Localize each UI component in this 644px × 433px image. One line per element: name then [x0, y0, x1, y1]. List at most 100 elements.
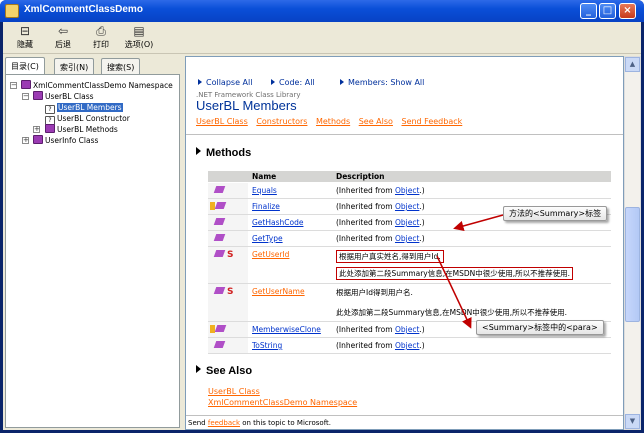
topic-content: Collapse All Code: All Members: Show All…	[185, 56, 624, 430]
section-toggle-icon	[196, 365, 201, 373]
tree-item-userinfo-class[interactable]: + UserInfo Class	[22, 135, 98, 146]
object-link[interactable]: Object	[395, 341, 419, 350]
help-app-icon	[5, 4, 19, 18]
method-link[interactable]: GetUserName	[252, 287, 305, 296]
tree-item-label: XmlCommentClassDemo Namespace	[33, 81, 173, 90]
method-icon	[213, 234, 226, 241]
collapse-toggle[interactable]: −	[10, 82, 17, 89]
scroll-down-arrow[interactable]: ▼	[625, 414, 640, 429]
method-link[interactable]: GetHashCode	[252, 218, 303, 227]
tree-item-label: UserBL Members	[57, 103, 123, 112]
link-class[interactable]: UserBL Class	[196, 117, 248, 126]
object-link[interactable]: Object	[395, 325, 419, 334]
members-filter-link[interactable]: Members: Show All	[340, 78, 424, 87]
options-icon: ▤	[133, 24, 145, 38]
static-icon: S	[227, 287, 234, 297]
para-highlight: 此处添加第二段Summary信息,在MSDN中很少使用,所以不推荐使用.	[336, 267, 574, 280]
vertical-scrollbar[interactable]: ▲ ▼	[624, 56, 641, 430]
triangle-icon	[340, 79, 344, 85]
toolbar: ⊟ 隐藏 ⇦ 后退 ⎙ 打印 ▤ 选项(O)	[3, 22, 641, 54]
print-icon: ⎙	[96, 24, 106, 38]
table-row: S GetUserName 根据用户Id得到用户名. 此处添加第二段Summar…	[208, 283, 611, 322]
hide-icon: ⊟	[19, 24, 31, 38]
tree-item-namespace[interactable]: − XmlCommentClassDemo Namespace	[10, 80, 173, 91]
link-constructors[interactable]: Constructors	[256, 117, 307, 126]
options-label: 选项(O)	[124, 40, 154, 49]
tree-item-userbl-methods[interactable]: + UserBL Methods	[33, 124, 118, 135]
maximize-button[interactable]: □	[599, 3, 616, 19]
see-also-link[interactable]: XmlCommentClassDemo Namespace	[208, 398, 357, 407]
scroll-up-arrow[interactable]: ▲	[625, 57, 640, 72]
back-button[interactable]: ⇦ 后退	[43, 24, 83, 52]
tab-contents[interactable]: 目录(C)	[5, 57, 45, 75]
method-icon	[213, 186, 226, 193]
tree-item-label: UserBL Class	[45, 92, 94, 101]
print-label: 打印	[93, 40, 109, 49]
method-link[interactable]: GetUserId	[252, 250, 289, 259]
book-icon	[33, 135, 43, 144]
collapse-all-link[interactable]: Collapse All	[198, 78, 252, 87]
hide-label: 隐藏	[17, 40, 33, 49]
method-description: 根据用户Id得到用户名. 此处添加第二段Summary信息,在MSDN中很少使用…	[332, 283, 611, 322]
scroll-thumb[interactable]	[625, 207, 640, 322]
close-button[interactable]: ×	[619, 3, 636, 19]
see-also-link[interactable]: UserBL Class	[208, 387, 357, 396]
title-bar[interactable]: XmlCommentClassDemo _ □ ×	[0, 0, 644, 22]
object-link[interactable]: Object	[395, 202, 419, 211]
method-link[interactable]: ToString	[252, 341, 282, 350]
link-methods[interactable]: Methods	[316, 117, 350, 126]
tree-item-userbl-class[interactable]: − UserBL Class	[22, 91, 94, 102]
jump-links: UserBL Class Constructors Methods See Al…	[196, 117, 468, 126]
expand-toggle[interactable]: +	[33, 126, 40, 133]
link-see-also[interactable]: See Also	[359, 117, 393, 126]
object-link[interactable]: Object	[395, 186, 419, 195]
client-area: ⊟ 隐藏 ⇦ 后退 ⎙ 打印 ▤ 选项(O) 目录(C) 索引(N) 搜索(S)	[3, 22, 641, 430]
tree-item-label: UserBL Methods	[57, 125, 118, 134]
methods-heading[interactable]: Methods	[196, 147, 251, 159]
method-link[interactable]: GetType	[252, 234, 283, 243]
see-also-heading[interactable]: See Also	[196, 365, 252, 377]
static-icon: S	[227, 250, 234, 260]
contents-tree: − XmlCommentClassDemo Namespace − UserBL…	[5, 74, 180, 428]
nav-tabs: 目录(C) 索引(N) 搜索(S)	[5, 57, 181, 75]
tree-item-userbl-constructor[interactable]: ? UserBL Constructor	[45, 113, 130, 125]
method-link[interactable]: Finalize	[252, 202, 280, 211]
feedback-link[interactable]: feedback	[208, 419, 240, 427]
print-button[interactable]: ⎙ 打印	[81, 24, 121, 52]
icon-column-header	[208, 171, 248, 183]
options-button[interactable]: ▤ 选项(O)	[117, 24, 161, 52]
para-annotation: <Summary>标签中的<para>	[476, 320, 604, 335]
method-description: (Inherited from Object.)	[332, 182, 611, 199]
table-row: GetType (Inherited from Object.)	[208, 230, 611, 247]
method-icon	[213, 218, 226, 225]
minimize-button[interactable]: _	[580, 3, 597, 19]
method-icon	[214, 202, 227, 209]
link-send-feedback[interactable]: Send Feedback	[401, 117, 462, 126]
method-description: 根据用户真实姓名,得到用户Id. 此处添加第二段Summary信息,在MSDN中…	[332, 246, 611, 284]
table-row: Equals (Inherited from Object.)	[208, 182, 611, 199]
method-link[interactable]: MemberwiseClone	[252, 325, 321, 334]
tab-search[interactable]: 搜索(S)	[101, 58, 141, 74]
object-link[interactable]: Object	[395, 218, 419, 227]
code-filter-link[interactable]: Code: All	[271, 78, 315, 87]
object-link[interactable]: Object	[395, 234, 419, 243]
feedback-footer: Send feedback on this topic to Microsoft…	[186, 415, 623, 429]
collapse-toggle[interactable]: −	[22, 93, 29, 100]
method-icon	[213, 250, 226, 257]
tree-item-userbl-members[interactable]: ? UserBL Members	[45, 102, 123, 114]
section-toggle-icon	[196, 147, 201, 155]
method-icon	[213, 341, 226, 348]
tab-index[interactable]: 索引(N)	[54, 58, 95, 74]
method-link[interactable]: Equals	[252, 186, 277, 195]
hide-button[interactable]: ⊟ 隐藏	[5, 24, 45, 52]
summary-highlight: 根据用户真实姓名,得到用户Id.	[336, 250, 444, 263]
table-row: S GetUserId 根据用户真实姓名,得到用户Id. 此处添加第二段Summ…	[208, 246, 611, 284]
method-icon	[213, 287, 226, 294]
see-also-list: UserBL Class XmlCommentClassDemo Namespa…	[208, 387, 357, 409]
expand-toggle[interactable]: +	[22, 137, 29, 144]
header-divider	[186, 134, 623, 135]
book-icon	[33, 91, 43, 100]
navigation-pane: 目录(C) 索引(N) 搜索(S) − XmlCommentClassDemo …	[3, 56, 182, 430]
topic-header: Collapse All Code: All Members: Show All…	[186, 57, 623, 126]
book-icon	[21, 80, 31, 89]
